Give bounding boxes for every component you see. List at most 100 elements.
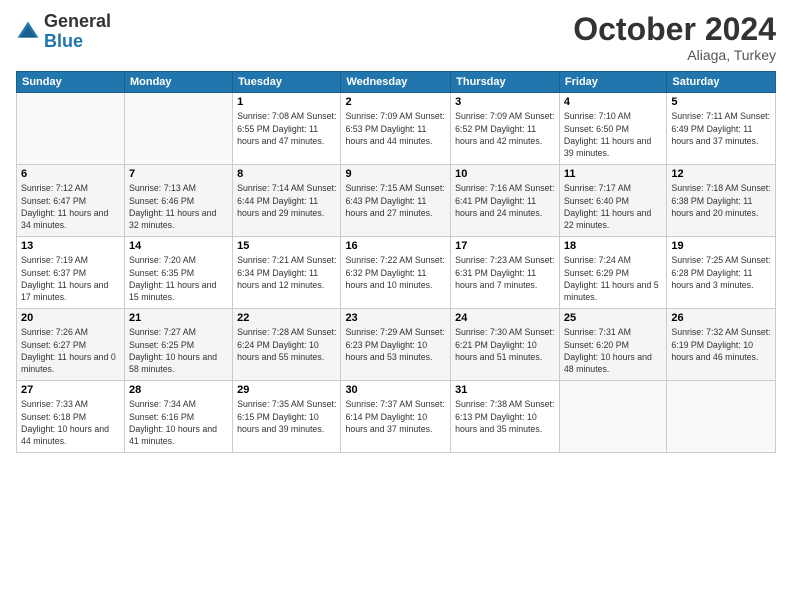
- day-number: 2: [345, 96, 446, 108]
- calendar-cell: 10 Sunrise: 7:16 AM Sunset: 6:41 PM Dayli…: [451, 165, 560, 237]
- calendar-cell: 20 Sunrise: 7:26 AM Sunset: 6:27 PM Dayli…: [17, 309, 125, 381]
- calendar-cell: [667, 381, 776, 453]
- day-number: 13: [21, 240, 120, 252]
- calendar-cell: [17, 93, 125, 165]
- calendar-cell: 7Sunrise: 7:13 AM Sunset: 6:46 PM Daylig…: [124, 165, 232, 237]
- day-number: 20: [21, 312, 120, 324]
- day-info: Sunrise: 7:12 AM Sunset: 6:47 PM Dayligh…: [21, 182, 120, 231]
- calendar-cell: 22 Sunrise: 7:28 AM Sunset: 6:24 PM Dayli…: [233, 309, 341, 381]
- calendar-cell: 27 Sunrise: 7:33 AM Sunset: 6:18 PM Dayli…: [17, 381, 125, 453]
- day-info: Sunrise: 7:38 AM Sunset: 6:13 PM Dayligh…: [455, 398, 555, 435]
- day-info: Sunrise: 7:25 AM Sunset: 6:28 PM Dayligh…: [671, 254, 771, 291]
- day-number: 27: [21, 384, 120, 396]
- calendar-cell: 12 Sunrise: 7:18 AM Sunset: 6:38 PM Dayli…: [667, 165, 776, 237]
- weekday-header-monday: Monday: [124, 72, 232, 93]
- day-info: Sunrise: 7:09 AM Sunset: 6:53 PM Dayligh…: [345, 110, 446, 147]
- calendar-cell: 26 Sunrise: 7:32 AM Sunset: 6:19 PM Dayli…: [667, 309, 776, 381]
- weekday-header-friday: Friday: [559, 72, 666, 93]
- month-title: October 2024: [573, 12, 776, 47]
- calendar-cell: 31 Sunrise: 7:38 AM Sunset: 6:13 PM Dayli…: [451, 381, 560, 453]
- day-number: 29: [237, 384, 336, 396]
- calendar-cell: 14Sunrise: 7:20 AM Sunset: 6:35 PM Dayli…: [124, 237, 232, 309]
- day-number: 25: [564, 312, 662, 324]
- day-info: Sunrise: 7:32 AM Sunset: 6:19 PM Dayligh…: [671, 326, 771, 363]
- calendar-cell: 25 Sunrise: 7:31 AM Sunset: 6:20 PM Dayli…: [559, 309, 666, 381]
- calendar-cell: 13 Sunrise: 7:19 AM Sunset: 6:37 PM Dayli…: [17, 237, 125, 309]
- day-info: Sunrise: 7:28 AM Sunset: 6:24 PM Dayligh…: [237, 326, 336, 363]
- day-info: Sunrise: 7:29 AM Sunset: 6:23 PM Dayligh…: [345, 326, 446, 363]
- day-info: Sunrise: 7:24 AM Sunset: 6:29 PM Dayligh…: [564, 254, 662, 303]
- day-number: 11: [564, 168, 662, 180]
- day-number: 10: [455, 168, 555, 180]
- weekday-header-wednesday: Wednesday: [341, 72, 451, 93]
- day-number: 12: [671, 168, 771, 180]
- day-info: Sunrise: 7:19 AM Sunset: 6:37 PM Dayligh…: [21, 254, 120, 303]
- weekday-header-saturday: Saturday: [667, 72, 776, 93]
- weekday-header-row: SundayMondayTuesdayWednesdayThursdayFrid…: [17, 72, 776, 93]
- day-info: Sunrise: 7:21 AM Sunset: 6:34 PM Dayligh…: [237, 254, 336, 291]
- calendar-cell: 17 Sunrise: 7:23 AM Sunset: 6:31 PM Dayli…: [451, 237, 560, 309]
- logo: General Blue: [16, 12, 111, 52]
- subtitle: Aliaga, Turkey: [573, 47, 776, 63]
- day-number: 23: [345, 312, 446, 324]
- weekday-header-sunday: Sunday: [17, 72, 125, 93]
- day-number: 30: [345, 384, 446, 396]
- day-info: Sunrise: 7:16 AM Sunset: 6:41 PM Dayligh…: [455, 182, 555, 219]
- day-number: 8: [237, 168, 336, 180]
- day-info: Sunrise: 7:33 AM Sunset: 6:18 PM Dayligh…: [21, 398, 120, 447]
- day-number: 19: [671, 240, 771, 252]
- calendar-week-row: 1Sunrise: 7:08 AM Sunset: 6:55 PM Daylig…: [17, 93, 776, 165]
- calendar-cell: 1Sunrise: 7:08 AM Sunset: 6:55 PM Daylig…: [233, 93, 341, 165]
- calendar-cell: 15Sunrise: 7:21 AM Sunset: 6:34 PM Dayli…: [233, 237, 341, 309]
- calendar-cell: 9 Sunrise: 7:15 AM Sunset: 6:43 PM Daylig…: [341, 165, 451, 237]
- calendar-cell: 21 Sunrise: 7:27 AM Sunset: 6:25 PM Dayli…: [124, 309, 232, 381]
- logo-text-blue: Blue: [44, 32, 111, 52]
- day-info: Sunrise: 7:15 AM Sunset: 6:43 PM Dayligh…: [345, 182, 446, 219]
- day-info: Sunrise: 7:09 AM Sunset: 6:52 PM Dayligh…: [455, 110, 555, 147]
- day-number: 17: [455, 240, 555, 252]
- calendar-cell: 8Sunrise: 7:14 AM Sunset: 6:44 PM Daylig…: [233, 165, 341, 237]
- weekday-header-tuesday: Tuesday: [233, 72, 341, 93]
- calendar-week-row: 6 Sunrise: 7:12 AM Sunset: 6:47 PM Daylig…: [17, 165, 776, 237]
- calendar-cell: 5 Sunrise: 7:11 AM Sunset: 6:49 PM Daylig…: [667, 93, 776, 165]
- calendar-cell: 29 Sunrise: 7:35 AM Sunset: 6:15 PM Dayli…: [233, 381, 341, 453]
- day-info: Sunrise: 7:23 AM Sunset: 6:31 PM Dayligh…: [455, 254, 555, 291]
- calendar-cell: 2 Sunrise: 7:09 AM Sunset: 6:53 PM Daylig…: [341, 93, 451, 165]
- day-number: 31: [455, 384, 555, 396]
- day-number: 26: [671, 312, 771, 324]
- day-number: 4: [564, 96, 662, 108]
- day-number: 21: [129, 312, 228, 324]
- day-number: 22: [237, 312, 336, 324]
- calendar-cell: [559, 381, 666, 453]
- day-number: 6: [21, 168, 120, 180]
- calendar-cell: 16 Sunrise: 7:22 AM Sunset: 6:32 PM Dayli…: [341, 237, 451, 309]
- day-info: Sunrise: 7:31 AM Sunset: 6:20 PM Dayligh…: [564, 326, 662, 375]
- calendar-cell: 11 Sunrise: 7:17 AM Sunset: 6:40 PM Dayli…: [559, 165, 666, 237]
- day-number: 7: [129, 168, 228, 180]
- day-info: Sunrise: 7:08 AM Sunset: 6:55 PM Dayligh…: [237, 110, 336, 147]
- day-number: 24: [455, 312, 555, 324]
- calendar-cell: 6 Sunrise: 7:12 AM Sunset: 6:47 PM Daylig…: [17, 165, 125, 237]
- day-number: 18: [564, 240, 662, 252]
- day-info: Sunrise: 7:11 AM Sunset: 6:49 PM Dayligh…: [671, 110, 771, 147]
- day-info: Sunrise: 7:17 AM Sunset: 6:40 PM Dayligh…: [564, 182, 662, 231]
- weekday-header-thursday: Thursday: [451, 72, 560, 93]
- day-number: 5: [671, 96, 771, 108]
- calendar-week-row: 13 Sunrise: 7:19 AM Sunset: 6:37 PM Dayli…: [17, 237, 776, 309]
- day-info: Sunrise: 7:30 AM Sunset: 6:21 PM Dayligh…: [455, 326, 555, 363]
- page: General Blue October 2024 Aliaga, Turkey…: [0, 0, 792, 612]
- day-info: Sunrise: 7:22 AM Sunset: 6:32 PM Dayligh…: [345, 254, 446, 291]
- day-info: Sunrise: 7:35 AM Sunset: 6:15 PM Dayligh…: [237, 398, 336, 435]
- calendar-cell: 28Sunrise: 7:34 AM Sunset: 6:16 PM Dayli…: [124, 381, 232, 453]
- day-info: Sunrise: 7:18 AM Sunset: 6:38 PM Dayligh…: [671, 182, 771, 219]
- day-number: 16: [345, 240, 446, 252]
- header: General Blue October 2024 Aliaga, Turkey: [16, 12, 776, 63]
- day-info: Sunrise: 7:27 AM Sunset: 6:25 PM Dayligh…: [129, 326, 228, 375]
- day-number: 14: [129, 240, 228, 252]
- calendar-cell: 18 Sunrise: 7:24 AM Sunset: 6:29 PM Dayli…: [559, 237, 666, 309]
- day-number: 9: [345, 168, 446, 180]
- calendar-cell: [124, 93, 232, 165]
- day-info: Sunrise: 7:26 AM Sunset: 6:27 PM Dayligh…: [21, 326, 120, 375]
- day-number: 3: [455, 96, 555, 108]
- day-info: Sunrise: 7:10 AM Sunset: 6:50 PM Dayligh…: [564, 110, 662, 159]
